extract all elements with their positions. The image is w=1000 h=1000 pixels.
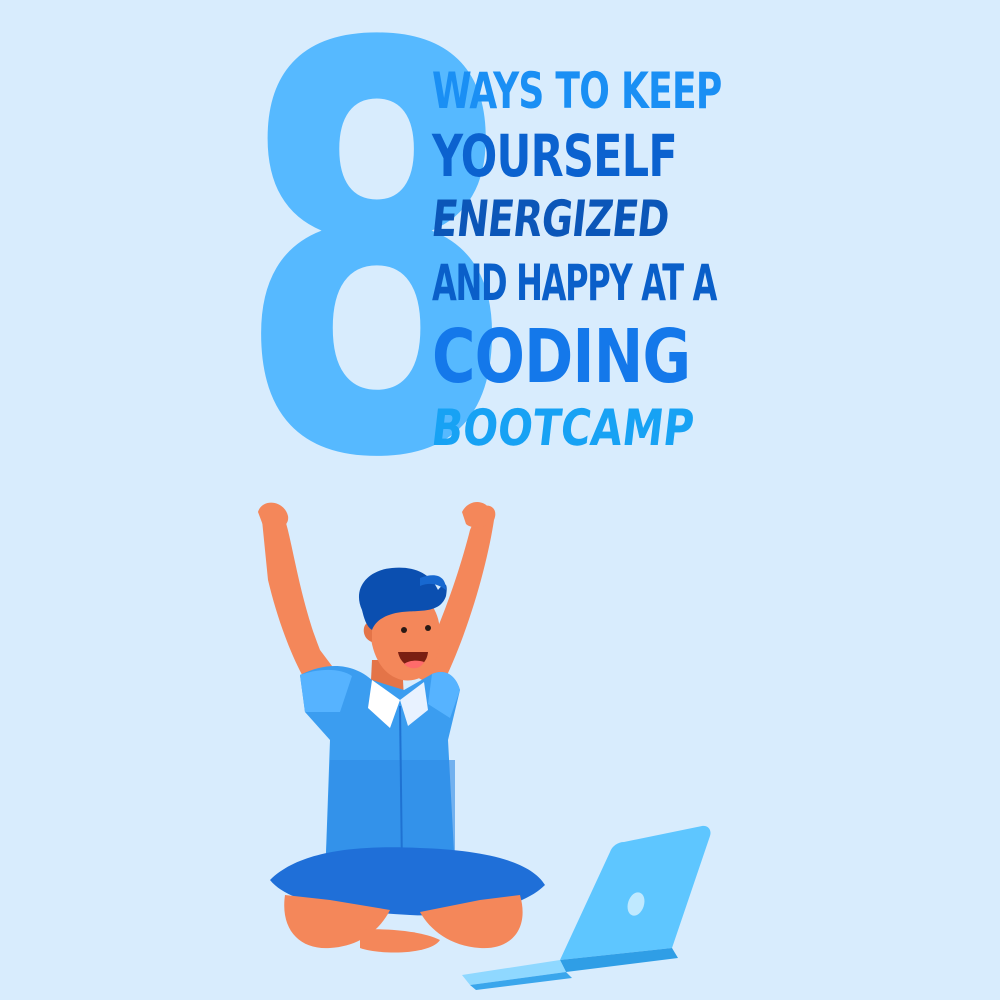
coder-illustration — [258, 501, 711, 990]
poster-canvas: 8 WAYS TO KEEP YOURSELF ENERGIZED AND HA… — [0, 0, 1000, 1000]
crossed-legs — [270, 847, 545, 953]
